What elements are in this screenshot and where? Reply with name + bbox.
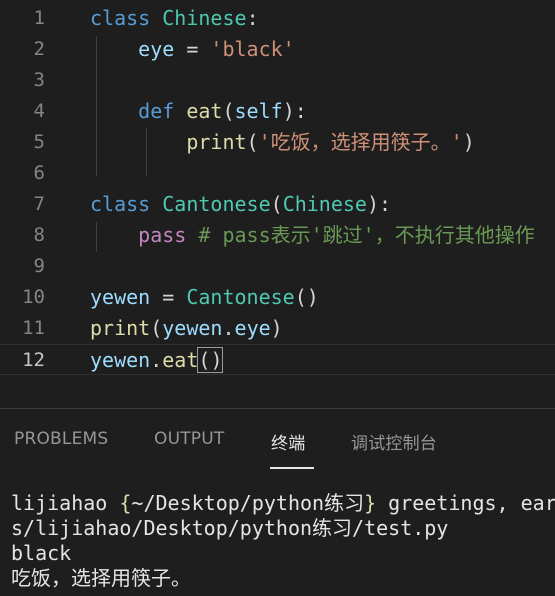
punctuation: ):	[366, 192, 392, 216]
punctuation: .	[150, 348, 163, 372]
code-line[interactable]: 2 eye = 'black'	[0, 34, 555, 65]
code-line[interactable]: 5 print('吃饭，选择用筷子。')	[0, 127, 555, 158]
operator: =	[174, 37, 211, 61]
prompt-user: lijiahao	[11, 491, 120, 515]
code-line[interactable]: 10 yewen = Cantonese()	[0, 282, 555, 313]
terminal-output: black	[11, 541, 72, 565]
keyword: class	[90, 192, 151, 216]
line-number: 11	[22, 317, 45, 339]
terminal[interactable]: lijiahao {~/Desktop/python练习} greetings,…	[0, 491, 555, 596]
prompt-command: greetings, ear	[376, 491, 555, 515]
function-name: eat	[186, 99, 223, 123]
string-literal: '吃饭，选择用筷子。'	[258, 130, 463, 154]
code-line[interactable]: 9	[0, 251, 555, 282]
keyword-pass: pass	[138, 223, 187, 247]
prompt-brace: }	[364, 491, 377, 515]
line-number: 10	[22, 286, 45, 308]
line-number: 7	[33, 193, 45, 215]
line-number: 9	[33, 255, 45, 277]
line-number: 3	[33, 69, 45, 91]
prompt-path: ~/Desktop/python练习	[131, 491, 365, 515]
line-number: 5	[33, 131, 45, 153]
terminal-prompt-line: lijiahao {~/Desktop/python练习} greetings,…	[11, 491, 555, 516]
punctuation: (	[150, 316, 163, 340]
class-name: Cantonese	[186, 285, 295, 309]
punctuation: )	[270, 316, 283, 340]
punctuation: )	[462, 130, 475, 154]
code-line[interactable]: 7 class Cantonese(Chinese):	[0, 189, 555, 220]
punctuation: ):	[282, 99, 307, 123]
bracket-match: ()	[197, 347, 224, 373]
line-number-active: 12	[22, 349, 45, 371]
parameter: self	[234, 99, 283, 123]
code-editor[interactable]: 1 class Chinese: 2 eye = 'black' 3 4 def…	[0, 0, 555, 400]
method-call: eat	[162, 348, 199, 372]
variable: yewen	[90, 348, 151, 372]
code-line[interactable]: 3	[0, 65, 555, 96]
operator: =	[150, 285, 187, 309]
code-line[interactable]: 11 print(yewen.eye)	[0, 313, 555, 344]
comment: # pass表示'跳过'，不执行其他操作	[186, 223, 535, 247]
punctuation: :	[246, 6, 259, 30]
tab-output[interactable]: OUTPUT	[154, 429, 225, 449]
keyword: def	[138, 99, 175, 123]
punctuation: (	[222, 99, 235, 123]
base-class-name: Chinese	[282, 192, 367, 216]
terminal-output: 吃饭，选择用筷子。	[11, 566, 191, 590]
variable: yewen	[162, 316, 223, 340]
class-name: Chinese	[162, 6, 247, 30]
bottom-panel: PROBLEMS OUTPUT 终端 调试控制台 lijiahao {~/Des…	[0, 408, 555, 596]
line-number: 1	[33, 7, 45, 29]
function-call: print	[186, 130, 247, 154]
code-line-current[interactable]: 12 yewen.eat()	[0, 344, 555, 375]
keyword: class	[90, 6, 151, 30]
line-number: 2	[33, 38, 45, 60]
attribute: eye	[234, 316, 271, 340]
tab-terminal[interactable]: 终端	[271, 429, 305, 454]
line-number: 8	[33, 224, 45, 246]
variable: eye	[138, 37, 175, 61]
string-literal: 'black'	[210, 37, 295, 61]
line-number: 6	[33, 162, 45, 184]
punctuation: ()	[294, 285, 319, 309]
punctuation: (	[246, 130, 259, 154]
function-call: print	[90, 316, 151, 340]
class-name: Cantonese	[162, 192, 271, 216]
code-line[interactable]: 1 class Chinese:	[0, 3, 555, 34]
variable: yewen	[90, 285, 151, 309]
active-tab-indicator	[270, 467, 314, 469]
line-number: 4	[33, 100, 45, 122]
terminal-line: s/lijiahao/Desktop/python练习/test.py	[11, 516, 449, 540]
punctuation: .	[222, 316, 235, 340]
code-line[interactable]: 8 pass # pass表示'跳过'，不执行其他操作	[0, 220, 555, 251]
tab-problems[interactable]: PROBLEMS	[14, 429, 108, 449]
tab-debug-console[interactable]: 调试控制台	[351, 429, 437, 454]
code-line[interactable]: 6	[0, 158, 555, 189]
prompt-brace: {	[119, 491, 132, 515]
code-line[interactable]: 4 def eat(self):	[0, 96, 555, 127]
punctuation: (	[270, 192, 283, 216]
